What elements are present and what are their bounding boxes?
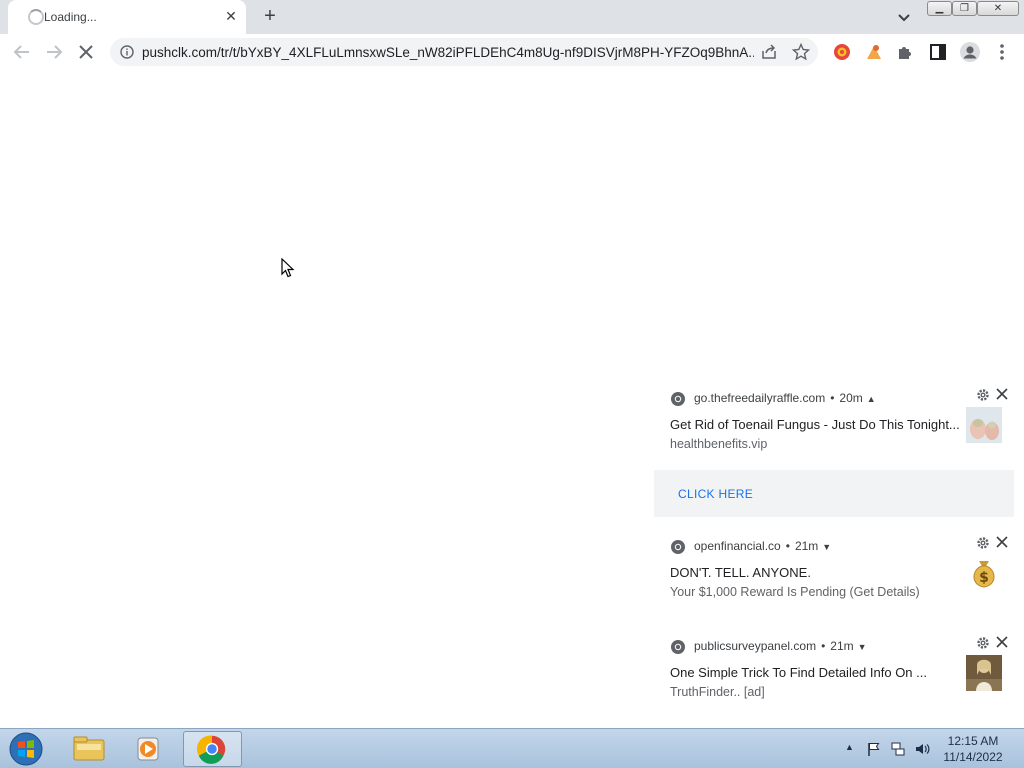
action-label: CLICK HERE	[678, 487, 754, 501]
windows-taskbar: ▲ 12:15 AM 11/14/2022	[0, 728, 1024, 768]
chrome-icon	[671, 540, 685, 554]
window-minimize-button[interactable]: ▁	[927, 1, 952, 16]
notification-time: 20m	[839, 391, 863, 406]
notification-body: healthbenefits.vip	[670, 437, 768, 451]
notification-source: go.thefreedailyraffle.com	[694, 391, 826, 406]
notification-body: TruthFinder.. [ad]	[670, 685, 765, 699]
notification-card[interactable]: openfinancial.co • 21m ▼ DON'T. TELL. ANYON…	[654, 528, 1014, 618]
spinner-icon	[28, 9, 44, 25]
notification-source: publicsurveypanel.com	[694, 639, 817, 654]
money-bag-icon: $	[973, 561, 995, 588]
more-vertical-icon[interactable]	[990, 40, 1014, 64]
close-icon[interactable]	[995, 387, 1009, 401]
action-center-flag-icon[interactable]	[866, 741, 882, 757]
forward-arrow-icon[interactable]	[42, 40, 66, 64]
notification-source: openfinancial.co	[694, 539, 781, 554]
notification-card[interactable]: go.thefreedailyraffle.com • 20m ▲ Get Rid o…	[654, 380, 1014, 517]
window-restore-button[interactable]: ❐	[952, 1, 977, 16]
toenail-image	[966, 407, 1002, 443]
notification-card[interactable]: publicsurveypanel.com • 21m ▼ One Simple Tr…	[654, 628, 1014, 718]
clock-time: 12:15 AM	[947, 734, 999, 748]
tab-close-icon[interactable]: ✕	[222, 7, 240, 25]
notification-title: One Simple Trick To Find Detailed Info O…	[670, 665, 927, 680]
extension-orange-icon[interactable]	[862, 40, 886, 64]
notification-title: DON'T. TELL. ANYONE.	[670, 565, 811, 580]
person-photo-image	[966, 655, 1002, 691]
stop-loading-icon[interactable]	[74, 40, 98, 64]
chevron-down-icon[interactable]: ▼	[858, 642, 867, 652]
notification-header: openfinancial.co • 21m ▼	[670, 539, 831, 555]
site-info-icon[interactable]	[120, 45, 134, 59]
show-hidden-icons-icon[interactable]: ▲	[845, 742, 854, 752]
clock-date: 11/14/2022	[943, 750, 1003, 764]
notification-time: 21m	[830, 639, 854, 654]
notification-body: Your $1,000 Reward Is Pending (Get Detai…	[670, 585, 920, 599]
puzzle-icon[interactable]	[894, 40, 918, 64]
close-icon[interactable]	[995, 635, 1009, 649]
notification-header: publicsurveypanel.com • 21m ▼	[670, 639, 867, 655]
address-bar[interactable]: pushclk.com/tr/t/bYxBY_4XLFLuLmnsxwSLe_n…	[110, 38, 818, 66]
system-clock[interactable]: 12:15 AM 11/14/2022	[938, 733, 1008, 765]
media-player-icon[interactable]	[120, 731, 178, 767]
chrome-icon	[671, 392, 685, 406]
chrome-icon	[671, 640, 685, 654]
notification-title: Get Rid of Toenail Fungus - Just Do This…	[670, 417, 960, 432]
tab-search-chevron-down-icon[interactable]	[894, 7, 914, 27]
tab-title: Loading...	[44, 10, 97, 24]
file-explorer-icon[interactable]	[60, 731, 118, 767]
chevron-up-icon[interactable]: ▲	[867, 394, 876, 404]
back-arrow-icon[interactable]	[10, 40, 34, 64]
svg-text:$: $	[979, 570, 989, 586]
tab-strip: Loading... ✕ + ▁ ❐ ✕	[0, 0, 1024, 34]
url-text[interactable]: pushclk.com/tr/t/bYxBY_4XLFLuLmnsxwSLe_n…	[142, 45, 754, 60]
network-icon[interactable]	[890, 741, 906, 757]
share-icon[interactable]	[760, 43, 778, 61]
extension-red-icon[interactable]	[830, 40, 854, 64]
windows-start-icon[interactable]	[6, 731, 46, 767]
window-close-button[interactable]: ✕	[977, 1, 1019, 16]
notification-time: 21m	[794, 539, 819, 554]
new-tab-button[interactable]: +	[258, 5, 282, 29]
gear-icon[interactable]	[976, 388, 990, 402]
notification-header: go.thefreedailyraffle.com • 20m ▲	[670, 391, 876, 407]
chevron-down-icon[interactable]: ▼	[822, 542, 831, 552]
browser-toolbar: pushclk.com/tr/t/bYxBY_4XLFLuLmnsxwSLe_n…	[0, 34, 1024, 72]
gear-icon[interactable]	[976, 636, 990, 650]
gear-icon[interactable]	[976, 536, 990, 550]
volume-icon[interactable]	[914, 741, 930, 757]
bookmark-star-icon[interactable]	[792, 43, 810, 61]
close-icon[interactable]	[995, 535, 1009, 549]
browser-tab[interactable]: Loading... ✕	[8, 0, 246, 34]
click-here-button[interactable]: CLICK HERE	[654, 470, 1014, 517]
mouse-cursor-icon	[281, 258, 295, 278]
avatar-icon[interactable]	[958, 40, 982, 64]
chrome-icon[interactable]	[183, 731, 242, 767]
side-panel-icon[interactable]	[926, 40, 950, 64]
